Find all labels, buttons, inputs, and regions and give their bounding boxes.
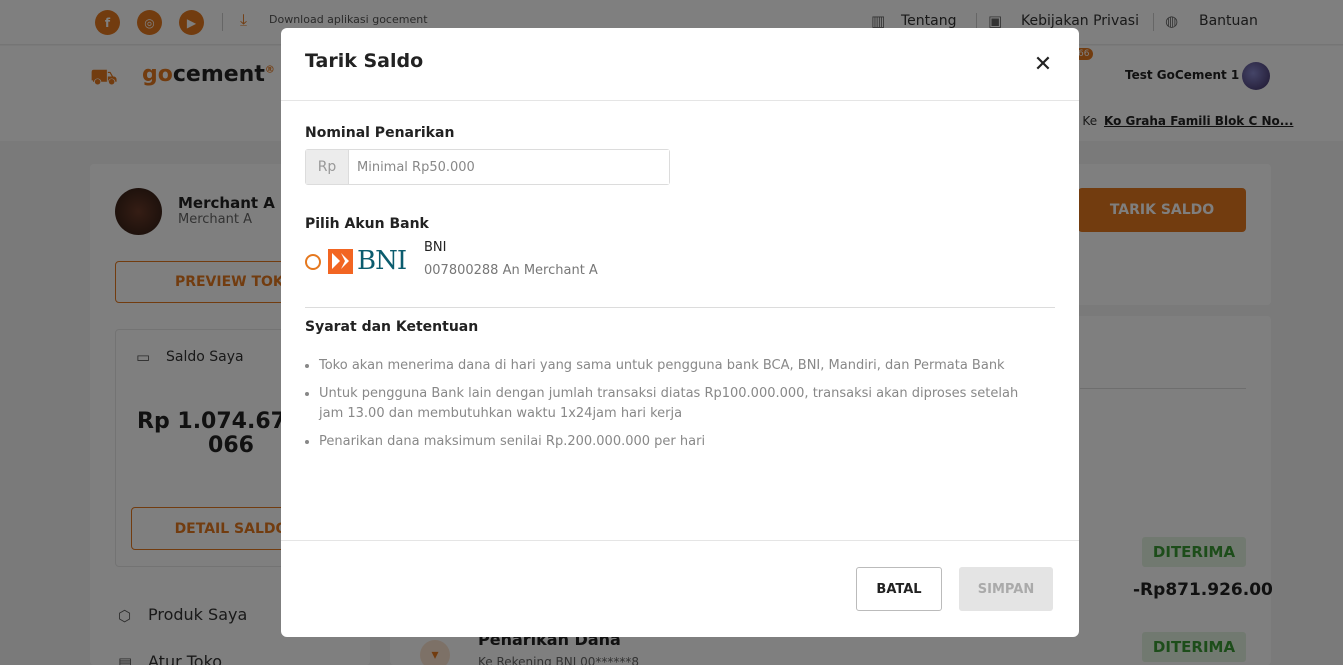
nominal-label: Nominal Penarikan: [305, 125, 455, 141]
bni-logo-text: BNI: [357, 246, 407, 276]
currency-prefix: Rp: [306, 150, 349, 184]
cancel-button[interactable]: BATAL: [856, 567, 942, 611]
bank-label: Pilih Akun Bank: [305, 216, 429, 232]
terms-title: Syarat dan Ketentuan: [305, 319, 479, 335]
modal-title: Tarik Saldo: [305, 50, 424, 72]
bank-name: BNI: [424, 240, 447, 255]
divider: [281, 540, 1079, 541]
list-item: Toko akan menerima dana di hari yang sam…: [319, 356, 1019, 376]
divider: [281, 100, 1079, 101]
save-button[interactable]: SIMPAN: [959, 567, 1053, 611]
list-item: Penarikan dana maksimum senilai Rp.200.0…: [319, 432, 1019, 452]
terms-list: Toko akan menerima dana di hari yang sam…: [319, 356, 1019, 460]
nominal-input[interactable]: [349, 150, 669, 184]
nominal-input-group: Rp: [305, 149, 670, 185]
bank-account: 007800288 An Merchant A: [424, 263, 598, 278]
close-icon[interactable]: ✕: [1031, 52, 1055, 77]
list-item: Untuk pengguna Bank lain dengan jumlah t…: [319, 384, 1019, 424]
bni-logo-mark: [328, 248, 353, 274]
withdraw-modal: Tarik Saldo ✕ Nominal Penarikan Rp Pilih…: [281, 28, 1079, 637]
bni-logo: BNI: [328, 248, 412, 274]
divider: [305, 307, 1055, 308]
bank-radio[interactable]: [305, 254, 321, 270]
